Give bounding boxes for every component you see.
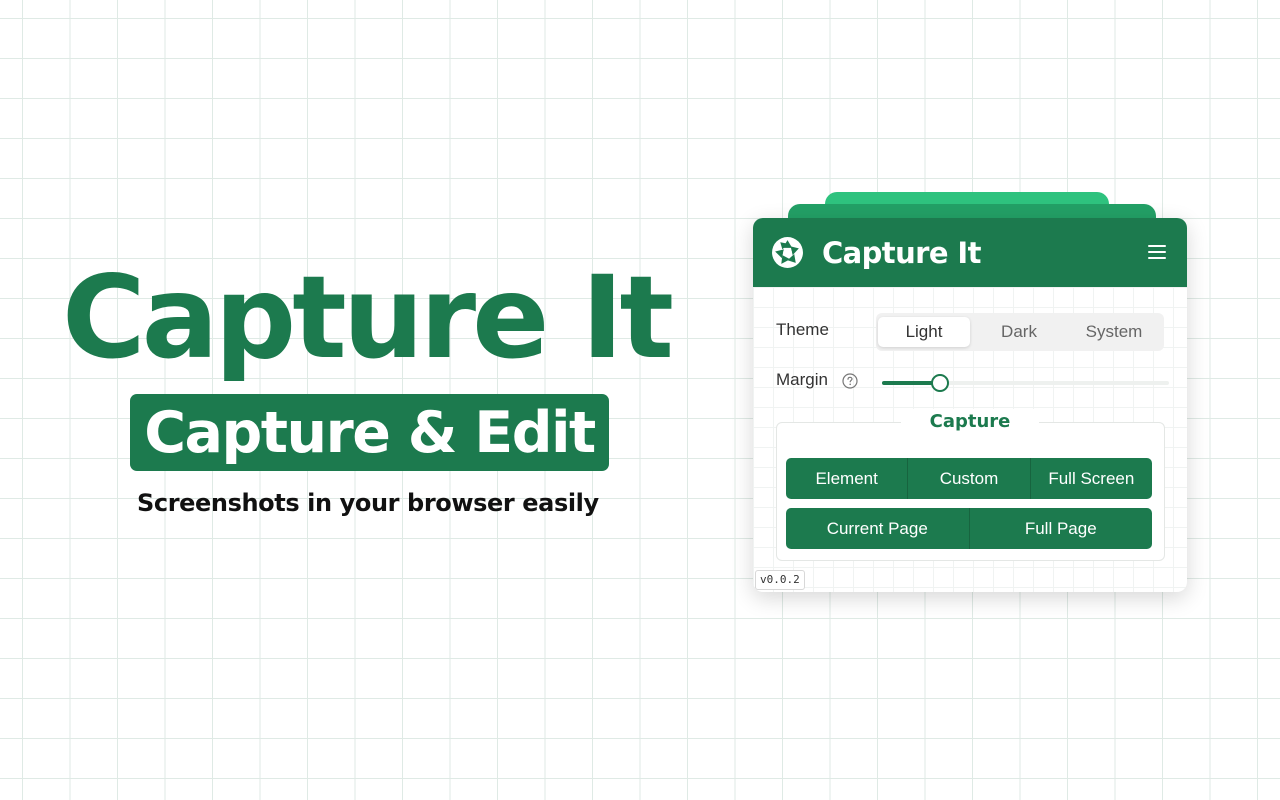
hamburger-menu-icon[interactable] (1148, 244, 1168, 260)
capture-button-row-2: Current Page Full Page (786, 508, 1152, 549)
popup-header: Capture It (753, 218, 1187, 287)
theme-option-light[interactable]: Light (878, 317, 970, 347)
theme-option-dark[interactable]: Dark (973, 317, 1065, 347)
extension-popup: Capture It Theme Light Dark System Margi… (753, 218, 1187, 592)
hero-badge-text: Capture & Edit (144, 399, 596, 466)
capture-group-legend: Capture (901, 409, 1039, 435)
theme-segmented-control: Light Dark System (876, 313, 1164, 351)
theme-label: Theme (776, 320, 829, 339)
margin-slider[interactable] (882, 374, 1169, 392)
capture-full-page-button[interactable]: Full Page (968, 508, 1153, 549)
capture-button-row-1: Element Custom Full Screen (786, 458, 1152, 499)
capture-current-page-button[interactable]: Current Page (786, 508, 969, 549)
theme-option-system[interactable]: System (1068, 317, 1160, 347)
camera-aperture-icon (772, 237, 803, 268)
margin-label: Margin (776, 370, 828, 389)
capture-element-button[interactable]: Element (786, 458, 907, 499)
version-badge: v0.0.2 (755, 570, 805, 590)
capture-custom-button[interactable]: Custom (907, 458, 1029, 499)
capture-full-screen-button[interactable]: Full Screen (1029, 458, 1152, 499)
hero-tagline: Screenshots in your browser easily (137, 489, 599, 517)
question-circle-icon[interactable] (842, 373, 858, 389)
popup-title: Capture It (822, 236, 981, 270)
hero-title: Capture It (62, 251, 674, 384)
hero-badge: Capture & Edit (130, 394, 609, 471)
